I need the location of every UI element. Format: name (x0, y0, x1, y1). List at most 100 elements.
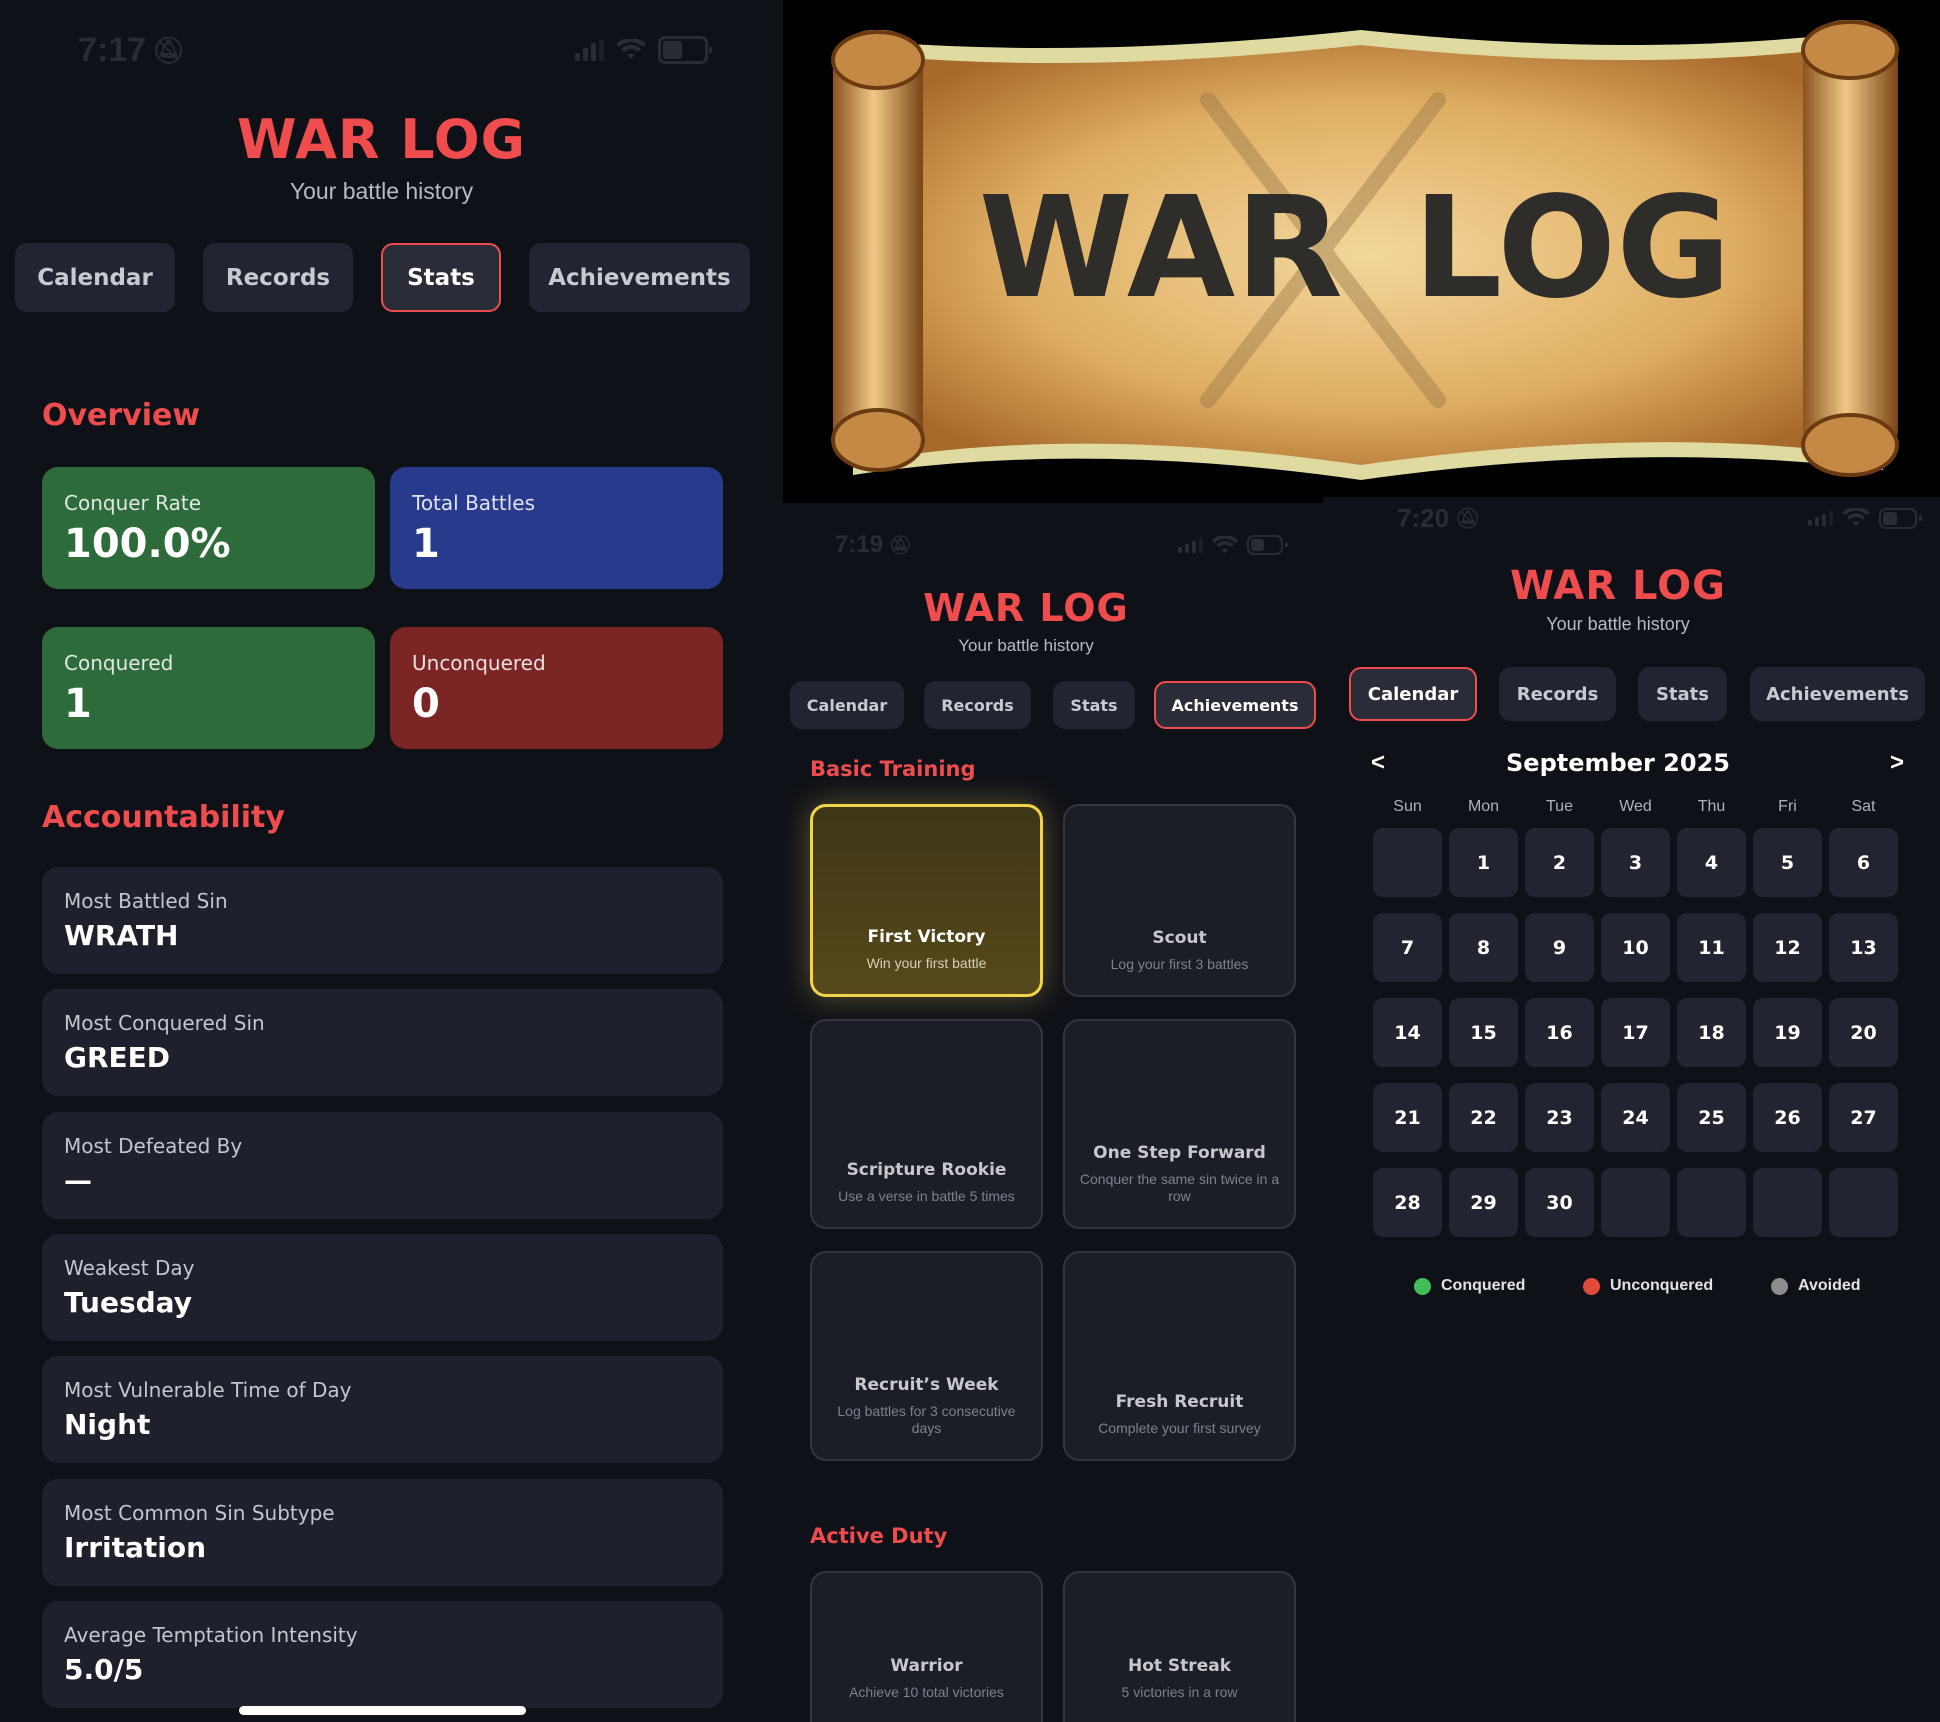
tab-calendar[interactable]: Calendar (1349, 667, 1477, 721)
stat-value: WRATH (64, 919, 179, 952)
achievements-screen: 7:19 🔕︎ WAR LOG Your battle history Cale… (783, 503, 1323, 1722)
calendar-empty-cell (1753, 1168, 1822, 1237)
tab-achievements[interactable]: Achievements (1750, 667, 1925, 721)
achievement-title: First Victory (867, 927, 986, 947)
stat-value: Night (64, 1408, 151, 1441)
card-value: 1 (64, 681, 92, 727)
calendar-day[interactable]: 30 (1525, 1168, 1594, 1237)
stats-screen: 7:17 🔕︎ WAR LOG Your battle history Cale… (0, 0, 783, 1722)
legend-label: Avoided (1798, 1277, 1861, 1294)
stat-row: Most Defeated By — (42, 1112, 723, 1219)
stat-row: Most Common Sin Subtype Irritation (42, 1479, 723, 1586)
stat-label: Most Common Sin Subtype (64, 1501, 335, 1525)
calendar-day[interactable]: 18 (1677, 998, 1746, 1067)
accountability-title: Accountability (42, 800, 285, 835)
wifi-icon (616, 39, 646, 59)
tab-stats[interactable]: Stats (381, 243, 501, 312)
achievement-title: Recruit’s Week (854, 1375, 999, 1395)
weekday-label: Fri (1778, 798, 1797, 815)
scroll-left-roll (833, 30, 923, 470)
calendar-day[interactable]: 27 (1829, 1083, 1898, 1152)
section-title-active-duty: Active Duty (810, 1524, 948, 1548)
status-bar: 7:20 🔕︎ (1397, 502, 1922, 534)
calendar-day[interactable]: 22 (1449, 1083, 1518, 1152)
achievement-title: Scripture Rookie (846, 1160, 1007, 1180)
calendar-day[interactable]: 6 (1829, 828, 1898, 897)
calendar-day[interactable]: 3 (1601, 828, 1670, 897)
achievement-desc: Achieve 10 total victories (849, 1684, 1004, 1700)
tab-records[interactable]: Records (203, 243, 353, 312)
next-month-button[interactable]: > (1890, 749, 1904, 777)
calendar-day[interactable]: 5 (1753, 828, 1822, 897)
achievement-card-recruits-week[interactable]: Recruit’s Week Log battles for 3 consecu… (810, 1251, 1043, 1461)
unconquered-card: Unconquered 0 (390, 627, 723, 749)
calendar-day[interactable]: 7 (1373, 913, 1442, 982)
calendar-day[interactable]: 29 (1449, 1168, 1518, 1237)
calendar-day[interactable]: 14 (1373, 998, 1442, 1067)
tab-calendar[interactable]: Calendar (15, 243, 175, 312)
tab-calendar[interactable]: Calendar (790, 681, 904, 729)
legend-avoided: Avoided (1771, 1277, 1861, 1295)
signal-icon (575, 39, 604, 61)
tab-stats[interactable]: Stats (1053, 681, 1135, 729)
calendar-day[interactable]: 9 (1525, 913, 1594, 982)
legend-unconquered: Unconquered (1583, 1277, 1713, 1295)
legend-label: Unconquered (1610, 1277, 1714, 1294)
calendar-empty-cell (1601, 1168, 1670, 1237)
calendar-day[interactable]: 25 (1677, 1083, 1746, 1152)
conquered-card: Conquered 1 (42, 627, 375, 749)
calendar-day[interactable]: 11 (1677, 913, 1746, 982)
calendar-day[interactable]: 15 (1449, 998, 1518, 1067)
calendar-day[interactable]: 24 (1601, 1083, 1670, 1152)
war-log-scroll-banner: WAR LOG (783, 0, 1940, 503)
calendar-day[interactable]: 28 (1373, 1168, 1442, 1237)
achievement-card-warrior[interactable]: Warrior Achieve 10 total victories (810, 1571, 1043, 1722)
status-bar: 7:19 🔕︎ (835, 530, 1288, 560)
achievement-card-one-step-forward[interactable]: One Step Forward Conquer the same sin tw… (1063, 1019, 1296, 1229)
wifi-icon (1212, 535, 1238, 553)
tab-records[interactable]: Records (1499, 667, 1616, 721)
card-label: Conquered (64, 651, 174, 675)
achievement-card-scout[interactable]: Scout Log your first 3 battles (1063, 804, 1296, 997)
calendar-day[interactable]: 20 (1829, 998, 1898, 1067)
calendar-day[interactable]: 1 (1449, 828, 1518, 897)
card-value: 1 (412, 521, 440, 567)
calendar-day[interactable]: 8 (1449, 913, 1518, 982)
calendar-day[interactable]: 16 (1525, 998, 1594, 1067)
calendar-day[interactable]: 26 (1753, 1083, 1822, 1152)
achievement-title: Hot Streak (1127, 1656, 1231, 1676)
home-indicator[interactable] (239, 1706, 526, 1715)
calendar-screen: 7:20 🔕︎ WAR LOG Your battle history Cale… (1323, 497, 1940, 1722)
achievement-desc: Use a verse in battle 5 times (838, 1188, 1015, 1204)
signal-icon (1808, 510, 1833, 526)
stat-label: Most Conquered Sin (64, 1011, 265, 1035)
scroll-right-roll (1803, 20, 1898, 470)
achievement-card-fresh-recruit[interactable]: Fresh Recruit Complete your first survey (1063, 1251, 1296, 1461)
calendar-day[interactable]: 23 (1525, 1083, 1594, 1152)
achievement-desc: Win your first battle (866, 955, 987, 971)
banner-text-log: LOG (1413, 167, 1731, 330)
weekday-label: Sat (1851, 798, 1876, 815)
calendar-day[interactable]: 4 (1677, 828, 1746, 897)
calendar-day[interactable]: 21 (1373, 1083, 1442, 1152)
achievement-title: Fresh Recruit (1115, 1392, 1244, 1412)
tab-achievements[interactable]: Achievements (1154, 681, 1316, 729)
tab-records[interactable]: Records (924, 681, 1031, 729)
calendar-day[interactable]: 10 (1601, 913, 1670, 982)
achievement-card-hot-streak[interactable]: Hot Streak 5 victories in a row (1063, 1571, 1296, 1722)
achievement-card-first-victory[interactable]: First Victory Win your first battle (810, 804, 1043, 997)
legend-conquered: Conquered (1414, 1277, 1525, 1295)
calendar-day[interactable]: 13 (1829, 913, 1898, 982)
tab-stats[interactable]: Stats (1638, 667, 1727, 721)
page-title: WAR LOG (1510, 563, 1726, 609)
calendar-day[interactable]: 2 (1525, 828, 1594, 897)
stat-label: Most Defeated By (64, 1134, 243, 1158)
banner-text-war: WAR (979, 167, 1343, 330)
calendar-day[interactable]: 19 (1753, 998, 1822, 1067)
tab-achievements[interactable]: Achievements (529, 243, 750, 312)
card-value: 0 (412, 681, 440, 727)
achievement-card-scripture-rookie[interactable]: Scripture Rookie Use a verse in battle 5… (810, 1019, 1043, 1229)
calendar-day[interactable]: 12 (1753, 913, 1822, 982)
weekday-label: Sun (1393, 798, 1422, 815)
calendar-day[interactable]: 17 (1601, 998, 1670, 1067)
